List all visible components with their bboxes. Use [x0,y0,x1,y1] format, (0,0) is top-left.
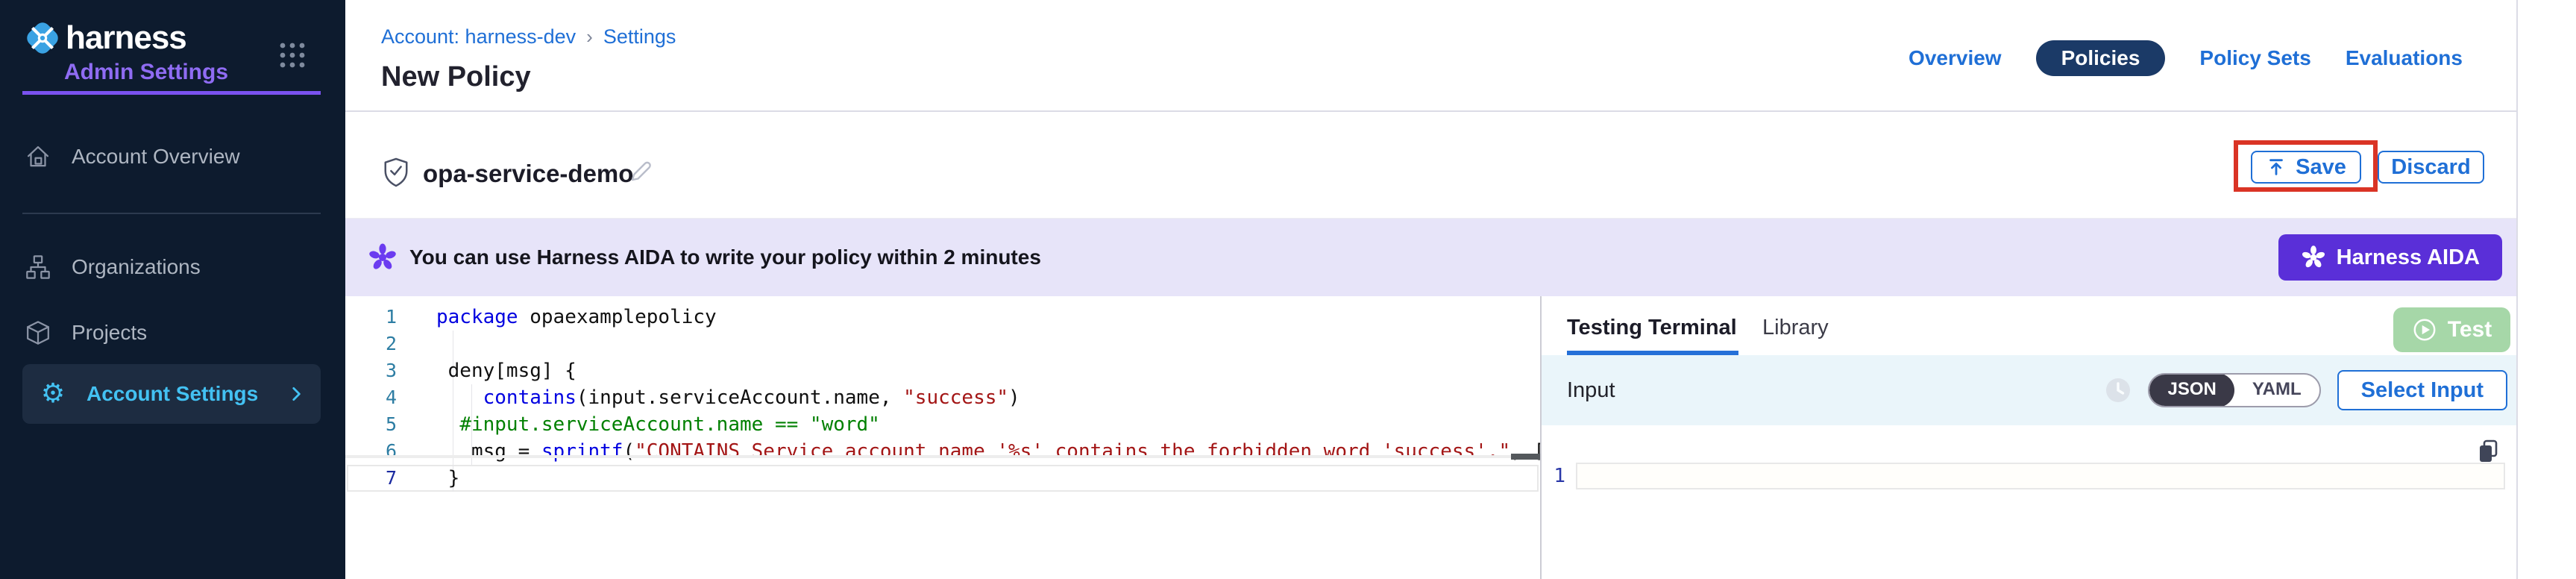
breadcrumb-settings-link[interactable]: Settings [603,25,676,48]
save-button[interactable]: Save [2251,151,2361,184]
sidebar-item-label: Projects [72,321,147,345]
harness-logo-icon [24,19,61,57]
breadcrumb-account-link[interactable]: Account: harness-dev [381,25,576,48]
copy-icon[interactable] [2476,439,2500,464]
discard-button-label: Discard [2391,155,2470,180]
logo[interactable]: harness [24,19,186,57]
editor-hscrollbar-track [345,455,1540,458]
aida-flower-icon [368,242,398,272]
input-controls: JSONYAML Select Input [2105,370,2507,410]
code-line-1[interactable]: 1 package opaexamplepolicy [345,304,1540,331]
code-line-4[interactable]: 4 contains(input.serviceAccount.name, "s… [345,384,1540,411]
line-number: 1 [1548,463,1565,489]
home-icon [22,143,54,171]
code-line-6[interactable]: 6 msg = sprintf("CONTAINS Service accoun… [345,438,1540,465]
testing-terminal-panel: Test Testing Terminal Library Input JSONY… [1540,296,2516,579]
select-input-label: Select Input [2361,378,2484,402]
main-content: Account: harness-dev › Settings New Poli… [345,0,2516,579]
aida-banner-text: You can use Harness AIDA to write your p… [409,245,1041,269]
org-icon [22,253,54,281]
tab-overview[interactable]: Overview [1909,46,2002,70]
sidebar-item-projects[interactable]: Projects [22,312,321,354]
code-line-7[interactable]: 7 } [345,465,1540,492]
input-line-1[interactable]: 1 [1542,463,2518,489]
page-title: New Policy [381,61,531,93]
test-button[interactable]: Test [2393,307,2510,352]
line-number: 4 [345,384,397,411]
format-option-yaml[interactable]: YAML [2234,373,2319,407]
sidebar-item-organizations[interactable]: Organizations [22,246,321,288]
sidebar-item-account-overview[interactable]: Account Overview [22,136,321,178]
line-number: 3 [345,357,397,384]
edit-pencil-icon[interactable] [627,158,654,185]
input-row: Input JSONYAML Select Input [1542,355,2518,425]
workspace: 1package opaexamplepolicy23 deny[msg] {4… [345,296,2516,579]
code-text: } [436,465,459,492]
tab-policies[interactable]: Policies [2036,40,2166,76]
line-number: 6 [345,438,397,465]
code-lines: 1package opaexamplepolicy23 deny[msg] {4… [345,304,1540,492]
cube-icon [22,319,54,347]
sidebar-divider [22,213,321,214]
logo-subtitle: Admin Settings [64,60,228,85]
tab-policy-sets[interactable]: Policy Sets [2199,46,2310,70]
line-number: 5 [345,411,397,438]
sidebar-item-label: Organizations [72,255,201,279]
logo-title: harness [66,19,186,57]
policy-code-editor[interactable]: 1package opaexamplepolicy23 deny[msg] {4… [345,296,1540,579]
sidebar-item-account-settings[interactable]: ⚙ Account Settings [22,364,321,424]
history-icon [2105,377,2132,404]
code-text: contains(input.serviceAccount.name, "suc… [436,384,1020,411]
sidebar-item-label: Account Overview [72,145,240,169]
save-button-label: Save [2296,155,2346,180]
page-header: Account: harness-dev › Settings New Poli… [345,0,2516,112]
sidebar-item-label: Account Settings [87,382,258,406]
format-toggle[interactable]: JSONYAML [2148,373,2320,407]
editor-hscrollbar-thumb[interactable] [1511,454,1540,460]
right-margin [2516,0,2576,579]
discard-button[interactable]: Discard [2378,151,2484,184]
line-number: 2 [345,331,397,357]
input-current-line-box[interactable] [1576,463,2505,489]
terminal-tab-library[interactable]: Library [1762,316,1829,340]
code-text: #input.serviceAccount.name == "word" [436,411,880,438]
policy-name: opa-service-demo [423,160,633,188]
input-label: Input [1567,378,1615,403]
policy-bar: opa-service-demo Save Discard [345,112,2516,219]
chevron-right-icon [286,384,306,404]
app-grid-icon[interactable] [277,40,307,70]
sidebar: harness Admin Settings Account Overview O… [0,0,345,579]
harness-aida-button-label: Harness AIDA [2337,245,2480,270]
format-option-json[interactable]: JSON [2149,373,2234,407]
aida-flower-icon [2301,245,2326,270]
code-line-5[interactable]: 5 #input.serviceAccount.name == "word" [345,411,1540,438]
breadcrumb: Account: harness-dev › Settings [381,25,676,48]
line-number: 1 [345,304,397,331]
gear-icon: ⚙ [37,381,69,407]
terminal-tabs: Test Testing Terminal Library [1542,296,2518,355]
code-text: package opaexamplepolicy [436,304,717,331]
input-editor[interactable]: 1 [1542,425,2518,579]
play-icon [2412,317,2437,342]
terminal-tab-testing-terminal[interactable]: Testing Terminal [1567,316,1737,340]
harness-aida-button[interactable]: Harness AIDA [2278,234,2502,281]
code-text: deny[msg] { [436,357,577,384]
upload-icon [2266,157,2287,178]
select-input-button[interactable]: Select Input [2337,370,2507,410]
line-number: 7 [345,465,397,492]
tab-evaluations[interactable]: Evaluations [2346,46,2463,70]
policy-shield-icon [382,157,410,188]
sidebar-accent-rule [22,91,321,95]
code-line-2[interactable]: 2 [345,331,1540,357]
aida-banner: You can use Harness AIDA to write your p… [345,219,2516,296]
code-line-3[interactable]: 3 deny[msg] { [345,357,1540,384]
test-button-label: Test [2448,317,2492,342]
top-tabs: Overview Policies Policy Sets Evaluations [1909,40,2463,76]
code-text: msg = sprintf("CONTAINS Service account … [436,438,1540,465]
breadcrumb-separator-icon: › [586,25,593,48]
